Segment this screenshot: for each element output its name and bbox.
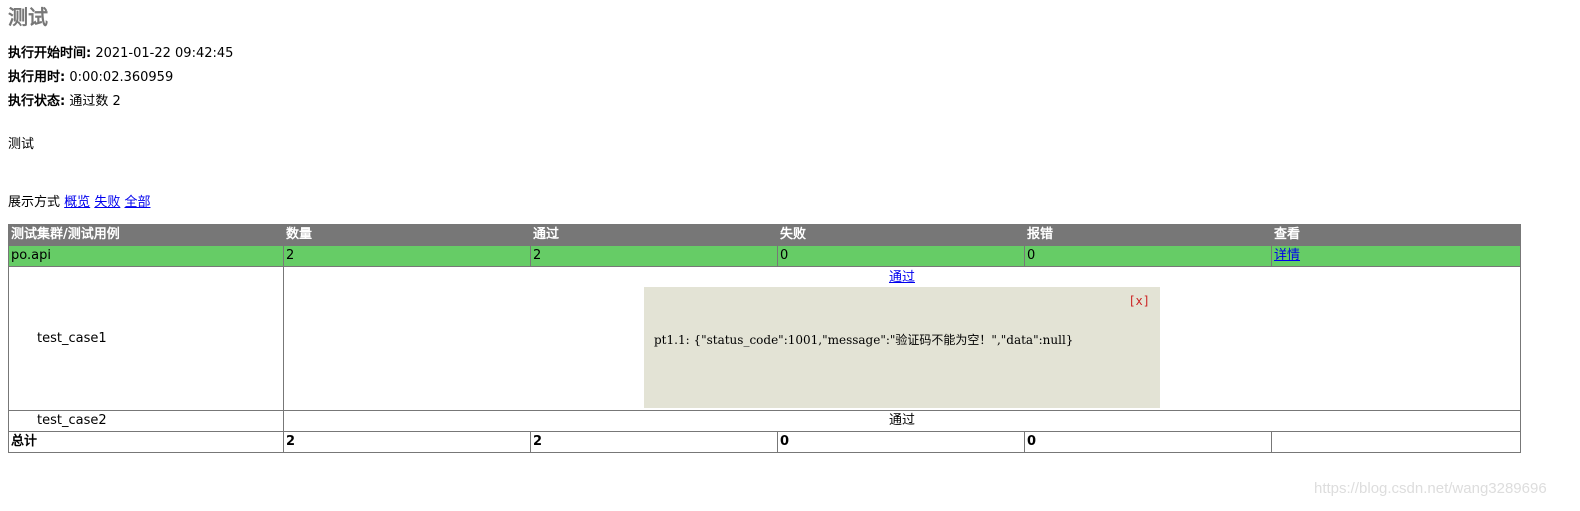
header-pass: 通过 (530, 224, 778, 246)
header-count: 数量 (283, 224, 531, 246)
case-name: test_case1 (8, 266, 284, 411)
header-view: 查看 (1271, 224, 1521, 246)
suite-detail-cell: 详情 (1271, 245, 1521, 267)
case-name: test_case2 (8, 410, 284, 432)
suite-fail: 0 (777, 245, 1025, 267)
display-mode-label: 展示方式 (8, 195, 61, 210)
start-time-label: 执行开始时间: (8, 46, 92, 61)
header-suite-case: 测试集群/测试用例 (8, 224, 284, 246)
display-mode-bar: 展示方式 概览 失败 全部 (8, 194, 150, 212)
report-description: 测试 (8, 137, 35, 152)
status-label: 执行状态: (8, 94, 66, 109)
total-error: 0 (1024, 431, 1272, 453)
case-pass-link[interactable]: 通过 (889, 270, 915, 285)
page-title: 测试 (8, 5, 48, 29)
log-popup: [x] pt1.1: {"status_code":1001,"message"… (644, 287, 1160, 408)
suite-row: po.api 2 2 0 0 详情 (8, 245, 1521, 267)
total-count: 2 (283, 431, 531, 453)
duration-value: 0:00:02.360959 (69, 70, 174, 85)
result-table: 测试集群/测试用例 数量 通过 失败 报错 查看 po.api 2 2 0 0 … (8, 224, 1521, 453)
total-fail: 0 (777, 431, 1025, 453)
duration-label: 执行用时: (8, 70, 66, 85)
header-error: 报错 (1024, 224, 1272, 246)
suite-name: po.api (8, 245, 284, 267)
popup-log-text: pt1.1: {"status_code":1001,"message":"验证… (654, 333, 1074, 347)
duration-row: 执行用时: 0:00:02.360959 (8, 69, 173, 87)
start-time-value: 2021-01-22 09:42:45 (95, 46, 234, 61)
header-fail: 失败 (777, 224, 1025, 246)
table-row: test_case1 通过 [x] pt1.1: {"status_code":… (8, 266, 1521, 411)
suite-count: 2 (283, 245, 531, 267)
close-icon[interactable]: [x] (1128, 293, 1150, 309)
total-empty (1271, 431, 1521, 453)
suite-error: 0 (1024, 245, 1272, 267)
watermark: https://blog.csdn.net/wang3289696 (1314, 480, 1547, 497)
all-link[interactable]: 全部 (124, 195, 150, 210)
total-row: 总计 2 2 0 0 (8, 431, 1521, 453)
total-label: 总计 (8, 431, 284, 453)
detail-link[interactable]: 详情 (1274, 248, 1300, 263)
table-row: test_case2 通过 (8, 410, 1521, 432)
status-row: 执行状态: 通过数 2 (8, 93, 121, 111)
summary-link[interactable]: 概览 (64, 195, 90, 210)
suite-pass: 2 (530, 245, 778, 267)
start-time-row: 执行开始时间: 2021-01-22 09:42:45 (8, 45, 233, 63)
table-header-row: 测试集群/测试用例 数量 通过 失败 报错 查看 (8, 224, 1521, 246)
total-pass: 2 (530, 431, 778, 453)
case-result: 通过 (283, 410, 1521, 432)
failed-link[interactable]: 失败 (94, 195, 120, 210)
case-result-cell: 通过 [x] pt1.1: {"status_code":1001,"messa… (283, 266, 1521, 411)
status-value: 通过数 2 (69, 94, 121, 109)
